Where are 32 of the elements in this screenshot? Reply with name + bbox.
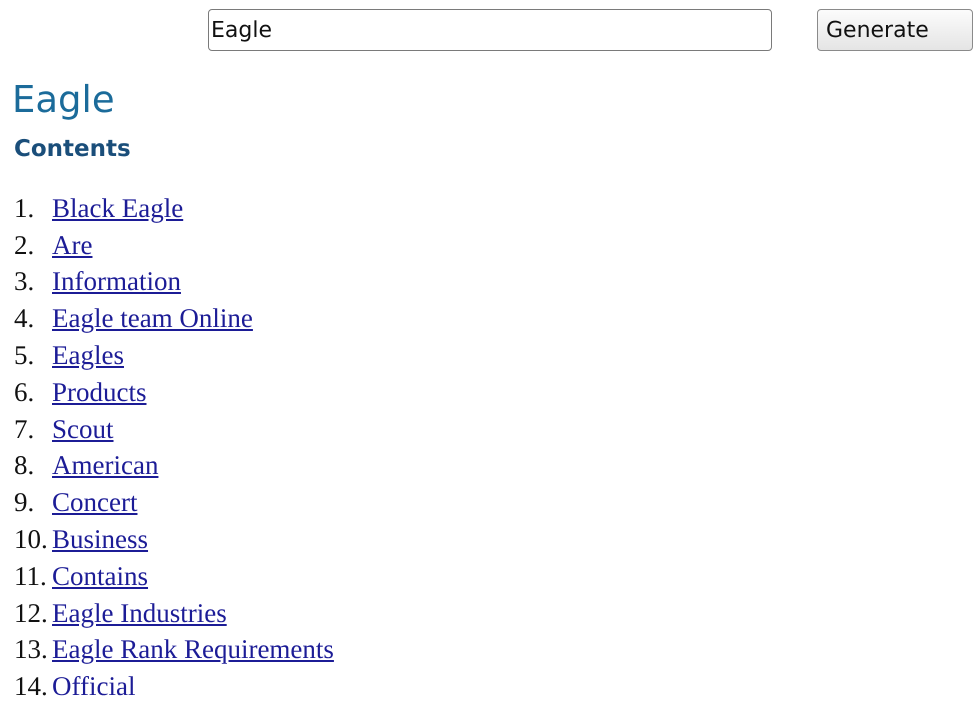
list-number: 11. — [14, 560, 48, 592]
list-number: 10. — [14, 524, 49, 556]
list-number: 7. — [14, 414, 36, 445]
contents-link[interactable]: Products — [52, 376, 146, 408]
list-number: 4. — [14, 303, 36, 334]
contents-link[interactable]: Contains — [52, 560, 148, 592]
contents-link[interactable]: Eagles — [52, 340, 124, 372]
contents-link[interactable]: Concert — [52, 487, 138, 518]
contents-link[interactable]: Eagle Industries — [52, 598, 227, 629]
list-number: 8. — [14, 450, 36, 482]
contents-link[interactable]: Official — [52, 671, 136, 702]
list-number: 12. — [14, 598, 49, 629]
contents-link[interactable]: Eagle team Online — [52, 303, 253, 334]
contents-heading: Contents — [14, 135, 132, 164]
contents-link[interactable]: Information — [52, 266, 181, 298]
list-number: 3. — [14, 266, 36, 298]
search-field[interactable]: Eagle — [208, 9, 772, 51]
contents-link[interactable]: Eagle Rank Requirements — [52, 634, 334, 666]
contents-link[interactable]: Business — [52, 524, 148, 556]
list-number: 1. — [14, 192, 36, 224]
page-title: Eagle — [12, 77, 116, 123]
list-number: 13. — [14, 634, 49, 666]
list-number: 9. — [14, 487, 36, 518]
list-number: 5. — [14, 340, 36, 372]
list-number: 14. — [14, 671, 49, 702]
generate-button[interactable]: Generate — [817, 9, 973, 51]
contents-link[interactable]: American — [52, 450, 158, 482]
contents-link[interactable]: Black Eagle — [52, 192, 184, 224]
list-number: 2. — [14, 230, 36, 261]
contents-link[interactable]: Scout — [52, 414, 114, 445]
list-number: 6. — [14, 376, 36, 408]
contents-link[interactable]: Are — [52, 230, 92, 261]
